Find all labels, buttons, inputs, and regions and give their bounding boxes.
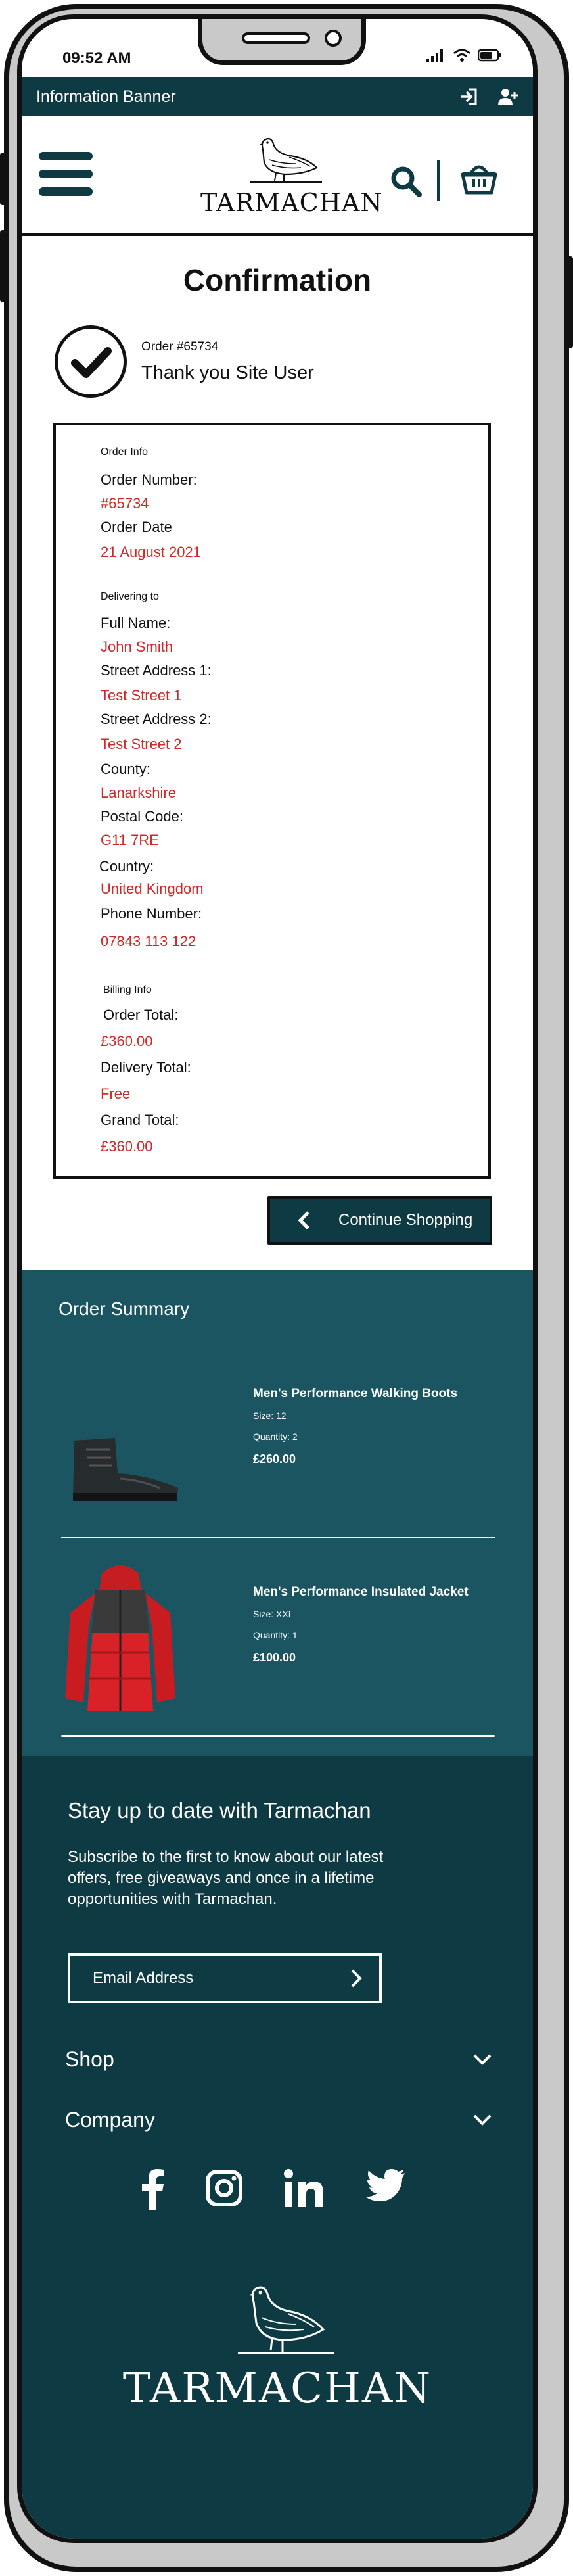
divider-line [61, 1537, 495, 1538]
divider-line [61, 1735, 495, 1737]
phone-side-button [0, 153, 7, 205]
logo-text: TARMACHAN [200, 188, 383, 217]
walking-boots-image [73, 1438, 178, 1501]
order-reference: Order #65734 [141, 340, 219, 354]
phone-side-button [0, 230, 7, 302]
wifi-icon [453, 49, 470, 62]
login-icon[interactable] [459, 87, 479, 107]
add-user-icon[interactable] [497, 87, 518, 107]
order-summary-title: Order Summary [58, 1299, 190, 1319]
signal-icon [426, 49, 443, 62]
street2-value: Test Street 2 [101, 736, 182, 752]
submit-arrow-icon[interactable] [350, 1968, 362, 1988]
facebook-icon[interactable] [141, 2169, 164, 2210]
check-icon [55, 325, 127, 398]
speaker-grille [242, 32, 310, 44]
product-quantity: Quantity: 1 [253, 1630, 298, 1640]
product-name: Men's Performance Walking Boots [253, 1387, 458, 1400]
thank-you-message: Thank you Site User [141, 362, 314, 383]
newsletter-text: Subscribe to the first to know about our… [68, 1848, 384, 1908]
chevron-down-icon [473, 2054, 492, 2065]
email-input[interactable] [70, 1969, 350, 1988]
grand-total-value: £360.00 [101, 1138, 153, 1155]
order-total-value: £360.00 [101, 1033, 153, 1049]
order-date-label: Order Date [101, 519, 172, 535]
header-divider [437, 160, 440, 201]
county-label: County: [101, 761, 150, 777]
product-price: £100.00 [253, 1651, 296, 1664]
grand-total-label: Grand Total: [101, 1112, 179, 1128]
chevron-down-icon [473, 2114, 492, 2126]
grouse-bird-icon [250, 137, 322, 183]
product-size: Size: XXL [253, 1609, 294, 1619]
street1-label: Street Address 1: [101, 662, 212, 679]
billing-heading: Billing Info [103, 984, 152, 995]
order-info-heading: Order Info [101, 446, 149, 458]
status-bar: 09:52 AM [22, 19, 533, 73]
product-quantity: Quantity: 2 [253, 1431, 298, 1442]
street1-value: Test Street 1 [101, 687, 182, 704]
phone-side-button [566, 256, 573, 348]
company-accordion[interactable]: Company [65, 2103, 492, 2136]
banner-title: Information Banner [36, 87, 176, 106]
page-title: Confirmation [183, 263, 372, 297]
order-summary-section: Order Summary Men's Performance Walking … [22, 1270, 533, 1756]
company-accordion-label: Company [65, 2107, 155, 2132]
country-label: Country: [99, 858, 154, 874]
order-number-label: Order Number: [101, 471, 197, 488]
delivery-total-label: Delivery Total: [101, 1059, 191, 1076]
order-date-value: 21 August 2021 [101, 544, 201, 560]
front-camera [325, 30, 342, 47]
status-icons [426, 48, 501, 62]
product-item[interactable]: Men's Performance Insulated Jacket Size:… [22, 1565, 533, 1764]
phone-value: 07843 113 122 [101, 933, 196, 949]
order-details-panel: Order Info Order Number: #65734 Order Da… [53, 423, 491, 1179]
site-header: TARMACHAN [22, 118, 533, 236]
continue-shopping-button[interactable]: Continue Shopping [267, 1196, 492, 1245]
full-name-label: Full Name: [101, 615, 171, 631]
country-value: United Kingdom [101, 880, 204, 897]
insulated-jacket-image [65, 1565, 175, 1711]
phone-screen: 09:52 AM Information Banner TARMACHAN Co… [17, 14, 538, 2543]
delivery-total-value: Free [101, 1085, 131, 1102]
search-icon[interactable] [390, 165, 423, 198]
footer-logo-text: TARMACHAN [122, 2364, 432, 2413]
county-value: Lanarkshire [101, 784, 176, 801]
continue-shopping-label: Continue Shopping [338, 1211, 473, 1229]
twitter-icon[interactable] [365, 2169, 406, 2203]
postal-code-label: Postal Code: [101, 808, 183, 824]
newsletter-heading: Stay up to date with Tarmachan [68, 1798, 371, 1823]
shop-accordion-label: Shop [65, 2047, 114, 2071]
product-item[interactable]: Men's Performance Walking Boots Size: 12… [22, 1368, 533, 1565]
instagram-icon[interactable] [205, 2169, 243, 2207]
product-name: Men's Performance Insulated Jacket [253, 1585, 469, 1599]
shop-accordion[interactable]: Shop [65, 2043, 492, 2076]
full-name-value: John Smith [101, 638, 173, 655]
menu-icon[interactable] [39, 152, 93, 199]
newsletter-form [68, 1953, 382, 2003]
delivery-heading: Delivering to [101, 591, 159, 602]
status-time: 09:52 AM [62, 49, 131, 67]
product-price: £260.00 [253, 1452, 296, 1466]
chevron-left-icon [298, 1211, 309, 1229]
order-total-label: Order Total: [103, 1007, 179, 1023]
order-number-value: #65734 [101, 495, 149, 512]
battery-icon [478, 49, 501, 62]
site-footer: Stay up to date with Tarmachan Subscribe… [22, 1756, 533, 2539]
linkedin-icon[interactable] [284, 2169, 325, 2207]
information-banner: Information Banner [22, 77, 533, 116]
phone-label: Phone Number: [101, 905, 202, 922]
phone-notch [198, 19, 366, 65]
grouse-bird-icon [238, 2286, 334, 2354]
site-logo[interactable]: TARMACHAN [200, 131, 383, 217]
street2-label: Street Address 2: [101, 711, 212, 727]
postal-code-value: G11 7RE [101, 832, 159, 848]
product-size: Size: 12 [253, 1410, 286, 1421]
basket-icon[interactable] [461, 161, 497, 195]
footer-logo[interactable]: TARMACHAN [22, 2276, 533, 2413]
social-links [22, 2169, 533, 2210]
